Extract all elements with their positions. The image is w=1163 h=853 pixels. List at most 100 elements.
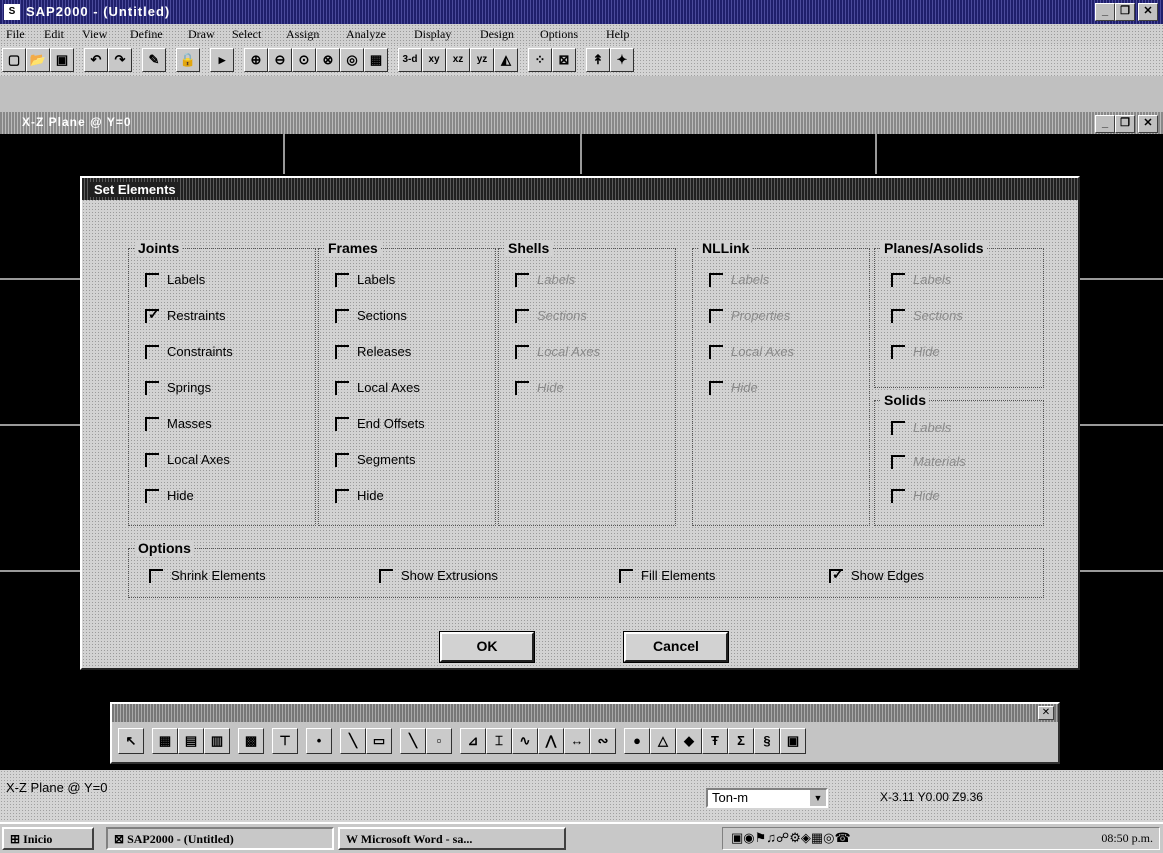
rubber-band-icon[interactable]: ▦ bbox=[152, 728, 178, 754]
inner-minimize-button[interactable]: _ bbox=[1095, 115, 1115, 133]
zoom-out-icon[interactable]: ⊖ bbox=[268, 48, 292, 72]
taskbar-item-word[interactable]: W Microsoft Word - sa... bbox=[338, 827, 566, 850]
circle-icon[interactable]: ● bbox=[624, 728, 650, 754]
menu-define[interactable]: Define bbox=[130, 27, 163, 42]
menu-view[interactable]: View bbox=[82, 27, 107, 42]
nllink-labels-checkbox: Labels bbox=[709, 271, 769, 291]
pointer-icon[interactable]: ↖ bbox=[118, 728, 144, 754]
lock-icon[interactable]: 🔒 bbox=[176, 48, 200, 72]
frames-releases-checkbox[interactable]: Releases bbox=[335, 343, 411, 363]
shell-icon[interactable]: ▫ bbox=[426, 728, 452, 754]
joints-restraints-checkbox[interactable]: Restraints bbox=[145, 306, 226, 327]
frames-end-offsets-checkbox[interactable]: End Offsets bbox=[335, 415, 425, 435]
frames-sections-checkbox[interactable]: Sections bbox=[335, 307, 407, 327]
quad-shell-icon[interactable]: ⌶ bbox=[486, 728, 512, 754]
units-dropdown[interactable]: Ton-m ▼ bbox=[706, 788, 828, 808]
rect-frame-icon[interactable]: ▭ bbox=[366, 728, 392, 754]
perspective-icon[interactable]: ◭ bbox=[494, 48, 518, 72]
triangle-icon[interactable]: △ bbox=[650, 728, 676, 754]
save-icon[interactable]: ▣ bbox=[50, 48, 74, 72]
rect-shell-icon[interactable]: ⊿ bbox=[460, 728, 486, 754]
set-elements-icon[interactable]: ⁘ bbox=[528, 48, 552, 72]
curve-icon[interactable]: ∾ bbox=[590, 728, 616, 754]
joints-labels-checkbox[interactable]: Labels bbox=[145, 271, 205, 291]
view-3d-button[interactable]: 3-d bbox=[398, 48, 422, 72]
select-all-icon[interactable]: ▤ bbox=[178, 728, 204, 754]
nllink-icon[interactable]: ∿ bbox=[512, 728, 538, 754]
taskbar-item-sap2000[interactable]: ⊠ SAP2000 - (Untitled) bbox=[106, 827, 334, 850]
snap-icon[interactable]: § bbox=[754, 728, 780, 754]
planes-hide-checkbox: Hide bbox=[891, 343, 940, 363]
solids-group: Solids Labels Materials Hide bbox=[874, 392, 1044, 526]
shrink-elements-checkbox[interactable]: Shrink Elements bbox=[149, 567, 266, 587]
fill-elements-checkbox[interactable]: Fill Elements bbox=[619, 567, 715, 587]
sum-icon[interactable]: Σ bbox=[728, 728, 754, 754]
joints-masses-checkbox[interactable]: Masses bbox=[145, 415, 212, 435]
menu-file[interactable]: File bbox=[6, 27, 25, 42]
app-icon[interactable]: S bbox=[4, 4, 20, 20]
menu-display[interactable]: Display bbox=[414, 27, 451, 42]
frame-icon[interactable]: ╲ bbox=[340, 728, 366, 754]
close-button[interactable]: ✕ bbox=[1138, 3, 1158, 21]
move-down-icon[interactable]: ✦ bbox=[610, 48, 634, 72]
maximize-button[interactable]: ❐ bbox=[1115, 3, 1135, 21]
snap-grid-icon[interactable]: ▣ bbox=[780, 728, 806, 754]
refresh-icon[interactable]: ▦ bbox=[364, 48, 388, 72]
menu-design[interactable]: Design bbox=[480, 27, 514, 42]
show-extrusions-checkbox[interactable]: Show Extrusions bbox=[379, 567, 498, 587]
quick-frame-icon[interactable]: ╲ bbox=[400, 728, 426, 754]
grid-select-icon[interactable]: ▩ bbox=[238, 728, 264, 754]
view-xy-button[interactable]: xy bbox=[422, 48, 446, 72]
tray-icons[interactable]: ▣◉⚑♫☍⚙◈▦◎☎ bbox=[731, 830, 851, 846]
diamond-icon[interactable]: ◆ bbox=[676, 728, 702, 754]
menu-assign[interactable]: Assign bbox=[286, 27, 319, 42]
zoom-window-icon[interactable]: ⊙ bbox=[292, 48, 316, 72]
chevron-down-icon[interactable]: ▼ bbox=[810, 790, 826, 806]
joints-constraints-checkbox[interactable]: Constraints bbox=[145, 343, 233, 363]
draw-toolbar-close-icon[interactable]: ✕ bbox=[1038, 706, 1054, 720]
start-button[interactable]: ⊞ Inicio bbox=[2, 827, 94, 850]
menu-options[interactable]: Options bbox=[540, 27, 578, 42]
grid-line bbox=[1080, 278, 1163, 280]
inner-close-button[interactable]: ✕ bbox=[1138, 115, 1158, 133]
reshape-icon[interactable]: ⊤ bbox=[272, 728, 298, 754]
joints-hide-checkbox[interactable]: Hide bbox=[145, 487, 194, 507]
menu-edit[interactable]: Edit bbox=[44, 27, 64, 42]
edit-pencil-icon[interactable]: ✎ bbox=[142, 48, 166, 72]
joints-springs-checkbox[interactable]: Springs bbox=[145, 379, 211, 399]
frames-hide-checkbox[interactable]: Hide bbox=[335, 487, 384, 507]
open-file-icon[interactable]: 📂 bbox=[26, 48, 50, 72]
joint-icon[interactable]: • bbox=[306, 728, 332, 754]
minimize-button[interactable]: _ bbox=[1095, 3, 1115, 21]
view-xz-button[interactable]: xz bbox=[446, 48, 470, 72]
menu-select[interactable]: Select bbox=[232, 27, 261, 42]
frame-sections-icon[interactable]: Ŧ bbox=[702, 728, 728, 754]
previous-selection-icon[interactable]: ▥ bbox=[204, 728, 230, 754]
shrink-elements-icon[interactable]: ⊠ bbox=[552, 48, 576, 72]
draw-toolbar-title-bar[interactable] bbox=[112, 704, 1058, 722]
line-icon[interactable]: ↔ bbox=[564, 728, 590, 754]
run-analysis-icon[interactable]: ▸ bbox=[210, 48, 234, 72]
ok-button[interactable]: OK bbox=[439, 631, 535, 663]
menu-analyze[interactable]: Analyze bbox=[346, 27, 386, 42]
joints-local-axes-checkbox[interactable]: Local Axes bbox=[145, 451, 230, 471]
menu-draw[interactable]: Draw bbox=[188, 27, 215, 42]
planes-sections-checkbox: Sections bbox=[891, 307, 963, 327]
new-file-icon[interactable]: ▢ bbox=[2, 48, 26, 72]
frames-local-axes-checkbox[interactable]: Local Axes bbox=[335, 379, 420, 399]
dimension-icon[interactable]: ⋀ bbox=[538, 728, 564, 754]
redo-icon[interactable]: ↷ bbox=[108, 48, 132, 72]
frames-labels-checkbox[interactable]: Labels bbox=[335, 271, 395, 291]
nllink-local-axes-checkbox: Local Axes bbox=[709, 343, 794, 363]
inner-maximize-button[interactable]: ❐ bbox=[1115, 115, 1135, 133]
show-edges-checkbox[interactable]: Show Edges bbox=[829, 566, 924, 587]
zoom-in-icon[interactable]: ⊕ bbox=[244, 48, 268, 72]
cancel-button[interactable]: Cancel bbox=[623, 631, 729, 663]
view-yz-button[interactable]: yz bbox=[470, 48, 494, 72]
frames-segments-checkbox[interactable]: Segments bbox=[335, 451, 416, 471]
undo-icon[interactable]: ↶ bbox=[84, 48, 108, 72]
zoom-restore-icon[interactable]: ⊗ bbox=[316, 48, 340, 72]
move-up-icon[interactable]: ↟ bbox=[586, 48, 610, 72]
pan-icon[interactable]: ◎ bbox=[340, 48, 364, 72]
menu-help[interactable]: Help bbox=[606, 27, 629, 42]
